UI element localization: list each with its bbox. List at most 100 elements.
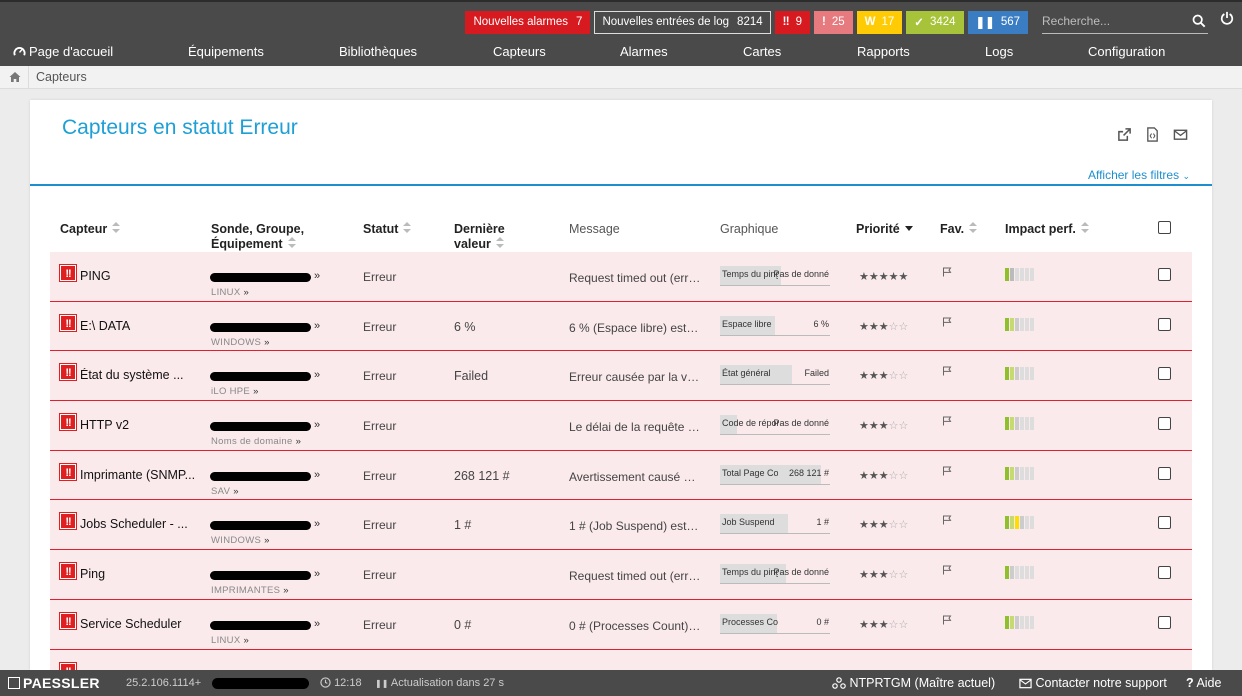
table-row[interactable]: !! E:\ DATA » WINDOWS» Erreur 6 % 6 % (E… bbox=[50, 301, 1192, 352]
priority-star-icon[interactable]: ☆ bbox=[899, 370, 909, 382]
device-arrow-icon[interactable]: » bbox=[314, 419, 320, 431]
sensor-name-link[interactable]: E:\ DATA bbox=[80, 319, 198, 333]
group-link[interactable]: WINDOWS» bbox=[211, 535, 270, 546]
group-link[interactable]: LINUX» bbox=[211, 635, 249, 646]
device-arrow-icon[interactable]: » bbox=[314, 469, 320, 481]
group-link[interactable]: WINDOWS» bbox=[211, 337, 270, 348]
table-row[interactable]: !! Imprimante (SNMP... » SAV» Erreur 268… bbox=[50, 450, 1192, 501]
priority-star-icon[interactable]: ★ bbox=[869, 569, 879, 581]
priority-star-icon[interactable]: ☆ bbox=[889, 569, 899, 581]
email-icon[interactable] bbox=[1173, 127, 1188, 142]
sensor-name-link[interactable]: PING bbox=[80, 269, 198, 283]
priority-star-icon[interactable]: ★ bbox=[869, 519, 879, 531]
priority-stars[interactable]: ★★★☆☆ bbox=[859, 419, 908, 432]
priority-star-icon[interactable]: ★ bbox=[859, 519, 869, 531]
nav-home[interactable]: Page d'accueil bbox=[13, 44, 113, 59]
priority-star-icon[interactable]: ☆ bbox=[899, 470, 909, 482]
priority-stars[interactable]: ★★★☆☆ bbox=[859, 320, 908, 333]
row-select-checkbox[interactable] bbox=[1158, 417, 1171, 431]
refresh-status[interactable]: ❚❚ Actualisation dans 27 s bbox=[375, 677, 504, 689]
row-select-checkbox[interactable] bbox=[1158, 566, 1171, 580]
priority-stars[interactable]: ★★★★★ bbox=[859, 270, 908, 283]
mini-graph[interactable]: État général Failed bbox=[720, 364, 830, 386]
priority-star-icon[interactable]: ☆ bbox=[889, 370, 899, 382]
priority-stars[interactable]: ★★★☆☆ bbox=[859, 369, 908, 382]
priority-star-icon[interactable]: ☆ bbox=[899, 619, 909, 631]
favorite-flag-icon[interactable] bbox=[942, 466, 952, 476]
nav-maps[interactable]: Cartes bbox=[743, 44, 781, 59]
nav-alarms[interactable]: Alarmes bbox=[620, 44, 668, 59]
device-arrow-icon[interactable]: » bbox=[314, 518, 320, 530]
favorite-flag-icon[interactable] bbox=[942, 366, 952, 376]
row-select-checkbox[interactable] bbox=[1158, 615, 1171, 629]
priority-star-icon[interactable]: ★ bbox=[869, 420, 879, 432]
sensor-name-link[interactable]: HTTP v2 bbox=[80, 418, 198, 432]
priority-star-icon[interactable]: ★ bbox=[859, 470, 869, 482]
priority-star-icon[interactable]: ★ bbox=[889, 271, 899, 283]
group-link[interactable]: LINUX» bbox=[211, 287, 249, 298]
favorite-flag-icon[interactable] bbox=[942, 317, 952, 327]
favorite-flag-icon[interactable] bbox=[942, 267, 952, 277]
table-row[interactable]: !! Service Scheduler » LINUX» Erreur 0 #… bbox=[50, 599, 1192, 650]
priority-star-icon[interactable]: ★ bbox=[859, 569, 869, 581]
table-row[interactable]: !! PING » LINUX» Erreur Request timed ou… bbox=[50, 252, 1192, 302]
table-row[interactable]: !! Ping » IMPRIMANTES» Erreur Request ti… bbox=[50, 550, 1192, 600]
external-link-icon[interactable] bbox=[1117, 127, 1132, 142]
down-sensors-button[interactable]: ‼ 9 bbox=[774, 10, 810, 34]
group-link[interactable]: iLO HPE» bbox=[211, 386, 259, 397]
nav-sensors[interactable]: Capteurs bbox=[493, 44, 546, 59]
new-alarms-button[interactable]: Nouvelles alarmes 7 bbox=[465, 10, 591, 34]
device-arrow-icon[interactable]: » bbox=[314, 568, 320, 580]
priority-star-icon[interactable]: ★ bbox=[859, 619, 869, 631]
priority-star-icon[interactable]: ☆ bbox=[889, 619, 899, 631]
device-arrow-icon[interactable]: » bbox=[314, 369, 320, 381]
favorite-flag-icon[interactable] bbox=[942, 416, 952, 426]
priority-star-icon[interactable]: ★ bbox=[879, 470, 889, 482]
nav-libraries[interactable]: Bibliothèques bbox=[339, 44, 417, 59]
nav-devices[interactable]: Équipements bbox=[188, 44, 264, 59]
nav-logs[interactable]: Logs bbox=[985, 44, 1013, 59]
table-row[interactable]: !! Jobs Scheduler - ... » WINDOWS» Erreu… bbox=[50, 500, 1192, 551]
priority-stars[interactable]: ★★★☆☆ bbox=[859, 618, 908, 631]
priority-star-icon[interactable]: ★ bbox=[899, 271, 909, 283]
priority-star-icon[interactable]: ★ bbox=[869, 619, 879, 631]
mini-graph[interactable]: Code de réponse Pas de donné bbox=[720, 414, 830, 436]
priority-star-icon[interactable]: ☆ bbox=[889, 470, 899, 482]
col-header-priority[interactable]: Priorité bbox=[856, 222, 913, 237]
priority-stars[interactable]: ★★★☆☆ bbox=[859, 568, 908, 581]
col-header-last-value[interactable]: Dernière valeur bbox=[454, 222, 505, 252]
priority-star-icon[interactable]: ★ bbox=[879, 321, 889, 333]
device-arrow-icon[interactable]: » bbox=[314, 270, 320, 282]
mini-graph[interactable]: Job Suspend 1 # bbox=[720, 513, 830, 535]
priority-stars[interactable]: ★★★☆☆ bbox=[859, 469, 908, 482]
up-sensors-button[interactable]: ✓ 3424 bbox=[906, 10, 964, 34]
priority-star-icon[interactable]: ★ bbox=[879, 569, 889, 581]
priority-stars[interactable]: ★★★☆☆ bbox=[859, 518, 908, 531]
group-link[interactable]: SAV» bbox=[211, 486, 239, 497]
device-arrow-icon[interactable]: » bbox=[314, 618, 320, 630]
priority-star-icon[interactable]: ★ bbox=[859, 420, 869, 432]
sensor-name-link[interactable]: État du système ... bbox=[80, 368, 198, 382]
search-icon[interactable] bbox=[1192, 14, 1206, 28]
contact-support-link[interactable]: Contacter notre support bbox=[1019, 676, 1167, 690]
priority-star-icon[interactable]: ☆ bbox=[899, 321, 909, 333]
priority-star-icon[interactable]: ☆ bbox=[899, 420, 909, 432]
col-header-favorite[interactable]: Fav. bbox=[940, 222, 978, 237]
col-header-sensor[interactable]: Capteur bbox=[60, 222, 121, 237]
table-row-partial[interactable]: !! bbox=[50, 649, 1192, 670]
priority-star-icon[interactable]: ★ bbox=[859, 321, 869, 333]
priority-star-icon[interactable]: ★ bbox=[869, 321, 879, 333]
warning-sensors-button[interactable]: W 17 bbox=[856, 10, 903, 34]
row-select-checkbox[interactable] bbox=[1158, 466, 1171, 480]
nav-setup[interactable]: Configuration bbox=[1088, 44, 1165, 59]
priority-star-icon[interactable]: ★ bbox=[859, 271, 869, 283]
nav-reports[interactable]: Rapports bbox=[857, 44, 910, 59]
partial-down-sensors-button[interactable]: ! 25 bbox=[814, 10, 853, 34]
table-row[interactable]: !! HTTP v2 » Noms de domaine» Erreur Le … bbox=[50, 401, 1192, 451]
mini-graph[interactable]: Total Page Count 268 121 # bbox=[720, 464, 830, 485]
row-select-checkbox[interactable] bbox=[1158, 367, 1171, 381]
favorite-flag-icon[interactable] bbox=[942, 615, 952, 625]
device-arrow-icon[interactable]: » bbox=[314, 320, 320, 332]
table-row[interactable]: !! État du système ... » iLO HPE» Erreur… bbox=[50, 351, 1192, 402]
export-code-icon[interactable] bbox=[1145, 127, 1160, 142]
